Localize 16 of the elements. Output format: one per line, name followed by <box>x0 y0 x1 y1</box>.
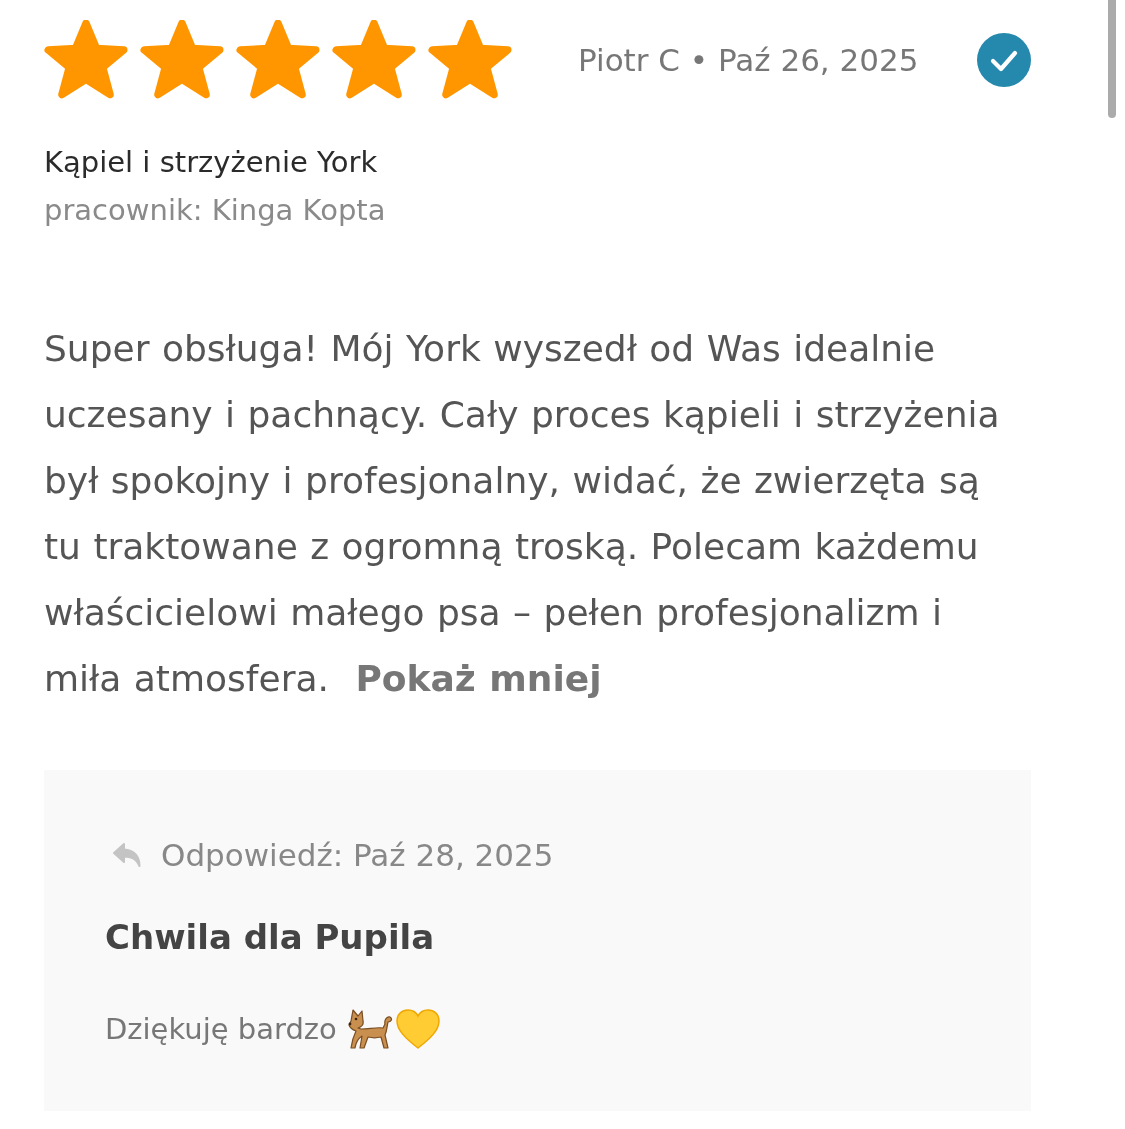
star-icon <box>332 20 416 100</box>
star-icon <box>44 20 128 100</box>
star-icon <box>428 20 512 100</box>
heart-icon <box>394 1008 441 1050</box>
star-icon <box>236 20 320 100</box>
reply-date: Odpowiedź: Paź 28, 2025 <box>161 837 554 873</box>
service-name: Kąpiel i strzyżenie York <box>44 144 379 181</box>
review-author-date: Piotr C • Paź 26, 2025 <box>578 42 919 78</box>
business-name: Chwila dla Pupila <box>105 916 436 959</box>
dog-icon <box>346 1007 395 1051</box>
reply-text: Dziękuję bardzo <box>105 1012 337 1046</box>
review-text: Super obsługa! Mój York wyszedł od Was idealnie uczesany i pachnący. Cały proces kąpieli i strzyżenia był spokojny i profesjonalny, widać, że zwierzęta są tu traktowane z ogromną troską. Polecam każdemu właścicielowi małego psa – pełen profesjonalizm i miła atmosfera. Pokaż mniej <box>44 327 1001 701</box>
staff-name: pracownik: Kinga Kopta <box>44 192 387 229</box>
show-less-link[interactable]: Pokaż mniej <box>355 658 602 699</box>
star-icon <box>140 20 224 100</box>
scrollbar-thumb[interactable] <box>1108 0 1116 118</box>
